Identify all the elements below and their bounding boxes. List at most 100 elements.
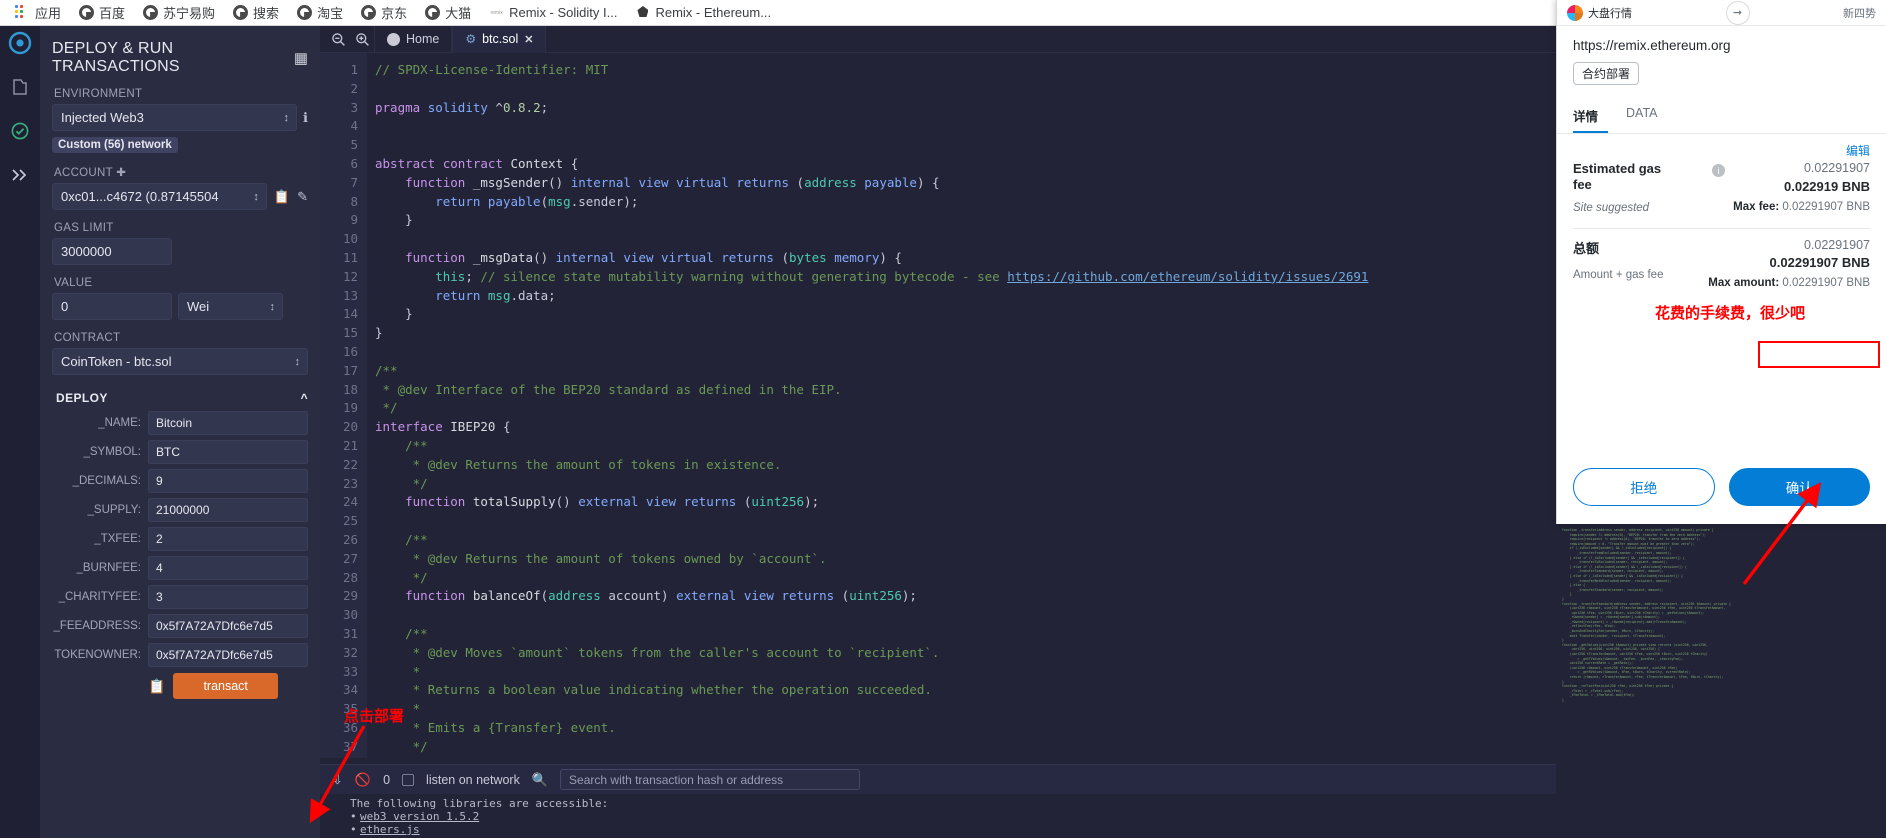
line-number: 37 [342, 738, 358, 754]
bookmark-remix-solidity[interactable]: remix Remix - Solidity I... [480, 1, 626, 25]
total-row: 总额 Amount + gas fee 0.02291907 0.0229190… [1557, 229, 1886, 289]
deploy-param-input[interactable]: 3 [148, 585, 308, 609]
annotation-fee-note: 花费的手续费，很少吧 [1655, 305, 1806, 322]
bookmark-suning[interactable]: 苏宁易购 [134, 1, 224, 25]
contract-select[interactable]: CoinToken - btc.sol [52, 348, 308, 375]
bookmark-taobao[interactable]: 淘宝 [288, 1, 352, 25]
listen-on-network-checkbox[interactable] [402, 773, 415, 786]
metamask-tabs: 详情 DATA [1557, 99, 1886, 134]
search-icon[interactable]: 🔍 [532, 772, 548, 788]
total-max-value: 0.02291907 BNB [1782, 277, 1870, 289]
sign-message-icon[interactable]: ✎ [297, 189, 308, 205]
line-number: 25 [342, 513, 358, 529]
reject-button[interactable]: 拒绝 [1573, 468, 1715, 506]
info-icon[interactable]: ℹ [303, 110, 308, 126]
deploy-param-input[interactable]: BTC [148, 440, 308, 464]
deploy-param-row: _NAME: Bitcoin [52, 411, 308, 435]
line-number: 29 [342, 588, 358, 604]
annotation-deploy-note: 点击部署 [344, 708, 405, 725]
environment-select[interactable]: Injected Web3 [52, 104, 298, 131]
copy-calldata-icon[interactable]: 📋 [148, 678, 165, 695]
line-number: 15 [342, 325, 358, 341]
close-icon[interactable]: ✕ [524, 33, 533, 46]
account-select[interactable]: 0xc01...c4672 (0.87145504 [52, 183, 267, 210]
globe-icon [361, 5, 377, 20]
value-input[interactable]: 0 [52, 293, 172, 320]
value-label: VALUE [54, 277, 93, 289]
value-unit-select[interactable]: Wei [178, 293, 283, 320]
deploy-param-input[interactable]: 0x5f7A72A7Dfc6e7d5 [148, 643, 308, 667]
deploy-run-icon[interactable] [7, 162, 33, 188]
edit-gas-link[interactable]: 编辑 [1557, 134, 1886, 159]
tab-btc-sol[interactable]: ⚙ btc.sol ✕ [452, 25, 547, 53]
value-unit: Wei [187, 299, 210, 314]
deploy-param-input[interactable]: 21000000 [148, 498, 308, 522]
account-row: 0xc01...c4672 (0.87145504 📋 ✎ [52, 183, 308, 210]
line-number: 16 [342, 343, 358, 359]
panel-menu-icon[interactable]: ▦ [294, 49, 308, 67]
deploy-param-input[interactable]: 2 [148, 527, 308, 551]
deploy-param-label: _NAME: [98, 417, 141, 429]
chevrons-down-icon[interactable]: ⇩ [332, 772, 343, 788]
solidity-compiler-icon[interactable] [7, 118, 33, 144]
deploy-param-label: _FEEADDRESS: [53, 620, 141, 632]
deploy-param-input[interactable]: Bitcoin [148, 411, 308, 435]
deploy-param-label: _BURNFEE: [76, 562, 141, 574]
bookmark-baidu[interactable]: 百度 [70, 1, 134, 25]
remix-logo-icon[interactable] [7, 30, 33, 56]
line-number: 11 [342, 249, 358, 265]
bookmark-jd[interactable]: 京东 [352, 1, 416, 25]
tab-data[interactable]: DATA [1626, 99, 1667, 133]
deploy-param-input[interactable]: 9 [148, 469, 308, 493]
network-indicator[interactable]: 大盘行情 [1567, 4, 1632, 21]
zoom-in-icon[interactable] [350, 27, 374, 51]
file-explorer-icon[interactable] [7, 74, 33, 100]
search-placeholder: Search with transaction hash or address [569, 772, 784, 787]
tab-details[interactable]: 详情 [1573, 99, 1609, 133]
deploy-param-input[interactable]: 0x5f7A72A7Dfc6e7d5 [148, 614, 308, 638]
deploy-param-label: _SUPPLY: [87, 504, 142, 516]
info-icon[interactable]: i [1712, 164, 1726, 177]
transfer-arrow-icon: ➞ [1725, 0, 1750, 25]
transact-button[interactable]: transact [173, 673, 278, 699]
page-title: DEPLOY & RUN TRANSACTIONS [52, 40, 180, 75]
bookmark-remix-ethereum[interactable]: Remix - Ethereum... [626, 1, 780, 25]
line-number: 8 [350, 193, 358, 209]
total-fiat: 0.02291907 BNB [1769, 255, 1870, 270]
confirm-button[interactable]: 确认 [1728, 468, 1870, 506]
gas-fee-subtitle: Site suggested [1573, 202, 1650, 214]
bookmark-label: Remix - Ethereum... [655, 5, 772, 20]
gas-fee-left: Estimated gas fee Site suggested [1573, 161, 1712, 214]
metamask-popup: 大盘行情 ➞ 新四势 https://remix.ethereum.org 合约… [1556, 0, 1886, 524]
line-number: 1 [350, 62, 358, 77]
gas-limit-input[interactable]: 3000000 [52, 238, 172, 265]
tab-label: btc.sol [482, 32, 519, 46]
deploy-run-panel: DEPLOY & RUN TRANSACTIONS ▦ ENVIRONMENT … [40, 26, 320, 838]
chevron-up-icon[interactable]: ^ [301, 391, 308, 405]
bookmark-damao[interactable]: 大猫 [416, 1, 480, 25]
deploy-param-row: _BURNFEE: 4 [52, 556, 308, 580]
deploy-param-input[interactable]: 4 [148, 556, 308, 580]
deploy-section-header[interactable]: DEPLOY ^ [56, 391, 308, 405]
line-number: 10 [342, 231, 358, 247]
line-number: 22 [342, 456, 358, 472]
deploy-param-label: TOKENOWNER: [54, 649, 141, 661]
total-max-amount: Max amount: 0.02291907 BNB [1708, 277, 1870, 289]
bookmark-label: 京东 [381, 6, 408, 21]
bookmark-search[interactable]: 搜索 [224, 1, 288, 25]
transaction-search-input[interactable]: Search with transaction hash or address [560, 769, 861, 790]
account-name: 新四势 [1843, 7, 1876, 20]
tab-home[interactable]: Home [374, 25, 453, 53]
tab-label: Home [406, 32, 440, 46]
bookmark-apps[interactable]: 应用 [6, 1, 70, 25]
home-icon [387, 32, 400, 46]
zoom-out-icon[interactable] [326, 27, 350, 51]
line-number: 38 [320, 756, 358, 758]
action-type-chip: 合约部署 [1573, 62, 1640, 85]
deploy-label: DEPLOY [56, 391, 108, 405]
clear-console-icon[interactable]: 🚫 [355, 772, 371, 788]
bookmark-label: 百度 [99, 6, 126, 21]
gas-fee-fiat: 0.022919 BNB [1784, 179, 1870, 194]
copy-account-icon[interactable]: 📋 [274, 189, 290, 205]
add-account-icon[interactable]: ✚ [116, 167, 126, 179]
